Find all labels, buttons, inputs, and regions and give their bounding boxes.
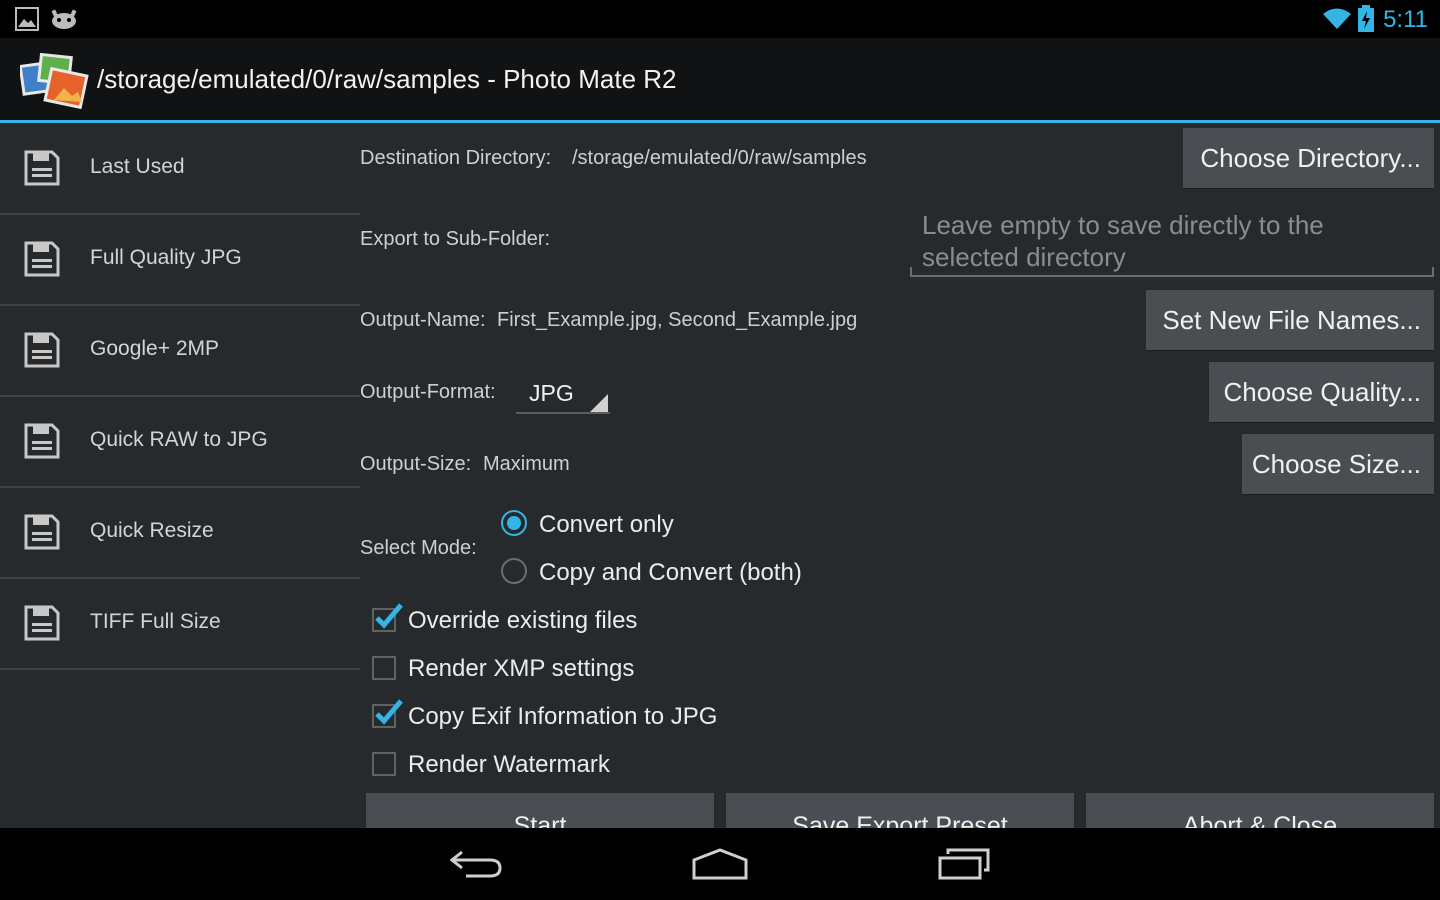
output-name-value: First_Example.jpg, Second_Example.jpg [497,309,858,331]
destination-label: Destination Directory: [360,147,552,169]
checkbox-override-files[interactable] [372,603,403,632]
wifi-icon [1323,8,1351,29]
subfolder-input[interactable]: Leave empty to save directly to the sele… [910,203,1434,277]
sidebar-item-label: Quick Resize [90,519,214,542]
save-export-preset-button[interactable]: Save Export Preset [726,793,1074,828]
input-tick [910,267,912,275]
input-tick [1432,267,1434,275]
subfolder-placeholder-line1: Leave empty to save directly to the [922,210,1324,240]
set-file-names-button[interactable]: Set New File Names... [1146,290,1434,350]
recent-apps-icon[interactable] [934,846,994,882]
android-notification-icon [51,9,77,29]
checkbox-render-watermark[interactable] [372,752,396,776]
output-format-value: JPG [529,380,574,406]
output-size-value: Maximum [483,453,570,475]
navigation-bar [0,828,1440,900]
checkbox-label-copy-exif[interactable]: Copy Exif Information to JPG [408,703,717,731]
save-icon [24,332,60,368]
dropdown-arrow-icon [590,394,608,412]
save-icon [24,605,60,641]
back-icon[interactable] [448,846,508,882]
radio-convert-only[interactable] [501,510,527,536]
checkbox-label-render-xmp[interactable]: Render XMP settings [408,655,634,683]
checkmark-icon [375,603,403,629]
output-name-label: Output-Name: [360,309,486,331]
checkbox-label-render-watermark[interactable]: Render Watermark [408,751,610,779]
output-format-spinner[interactable]: JPG [516,372,610,414]
home-icon[interactable] [690,846,750,882]
sidebar-item-label: Last Used [90,155,185,178]
choose-directory-button[interactable]: Choose Directory... [1183,128,1434,188]
subfolder-label: Export to Sub-Folder: [360,228,551,250]
destination-value: /storage/emulated/0/raw/samples [572,147,867,169]
checkmark-icon [375,699,403,725]
checkbox-label-override-files[interactable]: Override existing files [408,607,637,635]
photo-mate-logo-icon [20,52,89,110]
subfolder-placeholder-line2: selected directory [922,242,1126,272]
action-bar: /storage/emulated/0/raw/samples - Photo … [0,38,1440,120]
sidebar-item-label: Google+ 2MP [90,337,219,360]
save-icon [24,423,60,459]
sidebar-item-label: TIFF Full Size [90,610,221,633]
status-bar: 5:11 [0,0,1440,38]
save-icon [24,514,60,550]
checkbox-copy-exif[interactable] [372,699,403,728]
save-icon [24,241,60,277]
sidebar-item-quick-raw-to-jpg[interactable]: Quick RAW to JPG [0,396,360,488]
sidebar-item-label: Quick RAW to JPG [90,428,268,451]
radio-label-convert-only[interactable]: Convert only [539,511,674,539]
gallery-notification-icon [15,7,39,31]
sidebar-item-label: Full Quality JPG [90,246,242,269]
output-size-label: Output-Size: [360,453,472,475]
sidebar-item-last-used[interactable]: Last Used [0,123,360,215]
sidebar-item-tiff-full-size[interactable]: TIFF Full Size [0,578,360,670]
battery-charging-icon [1358,5,1374,32]
abort-close-button[interactable]: Abort & Close [1086,793,1434,828]
checkbox-render-xmp[interactable] [372,656,396,680]
content-area: Last Used Full Quality JPG Google+ 2MP Q… [0,123,1440,828]
divider [0,668,360,670]
page-title: /storage/emulated/0/raw/samples - Photo … [97,64,677,94]
sidebar-item-full-quality-jpg[interactable]: Full Quality JPG [0,214,360,306]
radio-copy-and-convert[interactable] [501,558,527,584]
start-button[interactable]: Start [366,793,714,828]
choose-size-button[interactable]: Choose Size... [1242,434,1434,494]
preset-sidebar: Last Used Full Quality JPG Google+ 2MP Q… [0,123,360,828]
save-icon [24,150,60,186]
sidebar-item-google-2mp[interactable]: Google+ 2MP [0,305,360,397]
output-format-label: Output-Format: [360,381,496,403]
choose-quality-button[interactable]: Choose Quality... [1209,362,1434,422]
sidebar-item-quick-resize[interactable]: Quick Resize [0,487,360,579]
radio-label-copy-and-convert[interactable]: Copy and Convert (both) [539,559,802,587]
select-mode-label: Select Mode: [360,537,477,559]
status-time: 5:11 [1383,6,1428,33]
